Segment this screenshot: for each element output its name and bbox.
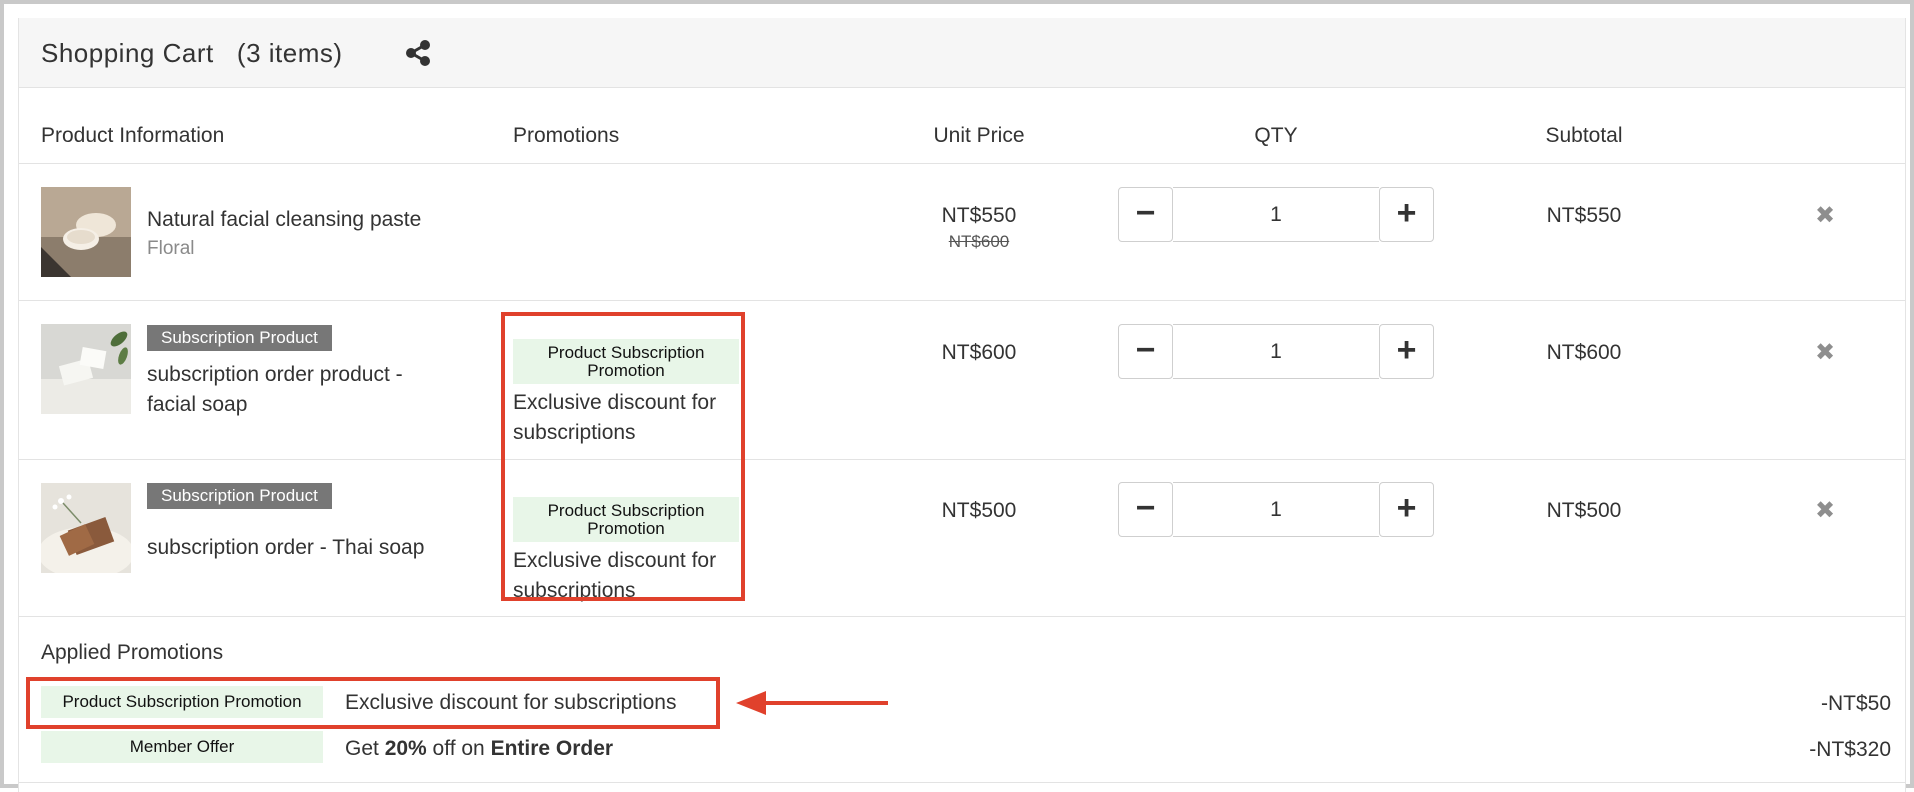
cart-title-text: Shopping Cart xyxy=(41,38,214,68)
remove-item-icon[interactable]: ✖ xyxy=(1815,338,1835,367)
divider xyxy=(19,163,1905,164)
quantity-input[interactable]: 1 xyxy=(1173,187,1379,242)
cart-item-count: (3 items) xyxy=(236,38,343,68)
decrease-qty-button[interactable]: − xyxy=(1118,482,1173,537)
screenshot-frame: Shopping Cart (3 items) Product Informat… xyxy=(0,0,1914,792)
quantity-input[interactable]: 1 xyxy=(1173,324,1379,379)
shopping-cart-panel: Shopping Cart (3 items) Product Informat… xyxy=(18,18,1906,792)
highlight-box-applied-promotion xyxy=(26,677,720,729)
annotation-arrow-icon xyxy=(736,691,888,715)
subscription-product-badge: Subscription Product xyxy=(147,483,332,509)
product-thumbnail[interactable] xyxy=(41,187,131,277)
remove-item-icon[interactable]: ✖ xyxy=(1815,496,1835,525)
row-subtotal: NT$600 xyxy=(1546,341,1622,364)
unit-price: NT$550 xyxy=(941,204,1017,227)
column-header-unit-price: Unit Price xyxy=(933,124,1025,147)
product-name[interactable]: Natural facial cleansing paste xyxy=(147,205,477,235)
decrease-qty-button[interactable]: − xyxy=(1118,324,1173,379)
product-name[interactable]: subscription order - Thai soap xyxy=(147,533,477,563)
product-thumbnail[interactable] xyxy=(41,483,131,573)
member-offer-percent: 20% xyxy=(384,737,427,760)
applied-promotion-amount: -NT$50 xyxy=(1820,692,1891,715)
member-offer-description: Get 20% off on Entire Order xyxy=(345,737,613,761)
original-price: NT$600 xyxy=(948,232,1010,251)
unit-price: NT$600 xyxy=(941,341,1017,364)
increase-qty-button[interactable]: + xyxy=(1379,324,1434,379)
remove-item-icon[interactable]: ✖ xyxy=(1815,201,1835,230)
cart-title: Shopping Cart (3 items) xyxy=(41,38,343,69)
divider xyxy=(19,616,1905,617)
column-header-qty: QTY xyxy=(1254,124,1298,147)
member-offer-amount: -NT$320 xyxy=(1809,738,1891,761)
divider xyxy=(19,782,1905,783)
row-subtotal: NT$550 xyxy=(1546,204,1622,227)
increase-qty-button[interactable]: + xyxy=(1379,482,1434,537)
subscription-product-badge: Subscription Product xyxy=(147,325,332,351)
decrease-qty-button[interactable]: − xyxy=(1118,187,1173,242)
divider xyxy=(19,459,1905,460)
member-offer-text: Get xyxy=(345,737,385,760)
applied-promotions-title: Applied Promotions xyxy=(41,641,224,664)
unit-price: NT$500 xyxy=(941,499,1017,522)
column-header-product: Product Information xyxy=(41,124,225,147)
quantity-stepper: − 1 + xyxy=(1118,482,1434,538)
increase-qty-button[interactable]: + xyxy=(1379,187,1434,242)
product-thumbnail[interactable] xyxy=(41,324,131,414)
member-offer-text: off on xyxy=(426,737,491,760)
share-icon[interactable] xyxy=(403,38,433,68)
product-name[interactable]: subscription order product - facial soap xyxy=(147,360,447,420)
member-offer-scope: Entire Order xyxy=(490,737,614,760)
divider xyxy=(19,300,1905,301)
column-header-promotions: Promotions xyxy=(513,124,620,147)
quantity-stepper: − 1 + xyxy=(1118,187,1434,243)
cart-header: Shopping Cart (3 items) xyxy=(19,18,1905,88)
quantity-stepper: − 1 + xyxy=(1118,324,1434,380)
highlight-box-promotions xyxy=(501,312,745,601)
row-subtotal: NT$500 xyxy=(1546,499,1622,522)
product-variant: Floral xyxy=(147,238,195,259)
member-offer-tag: Member Offer xyxy=(41,731,323,763)
column-header-subtotal: Subtotal xyxy=(1545,124,1623,147)
quantity-input[interactable]: 1 xyxy=(1173,482,1379,537)
